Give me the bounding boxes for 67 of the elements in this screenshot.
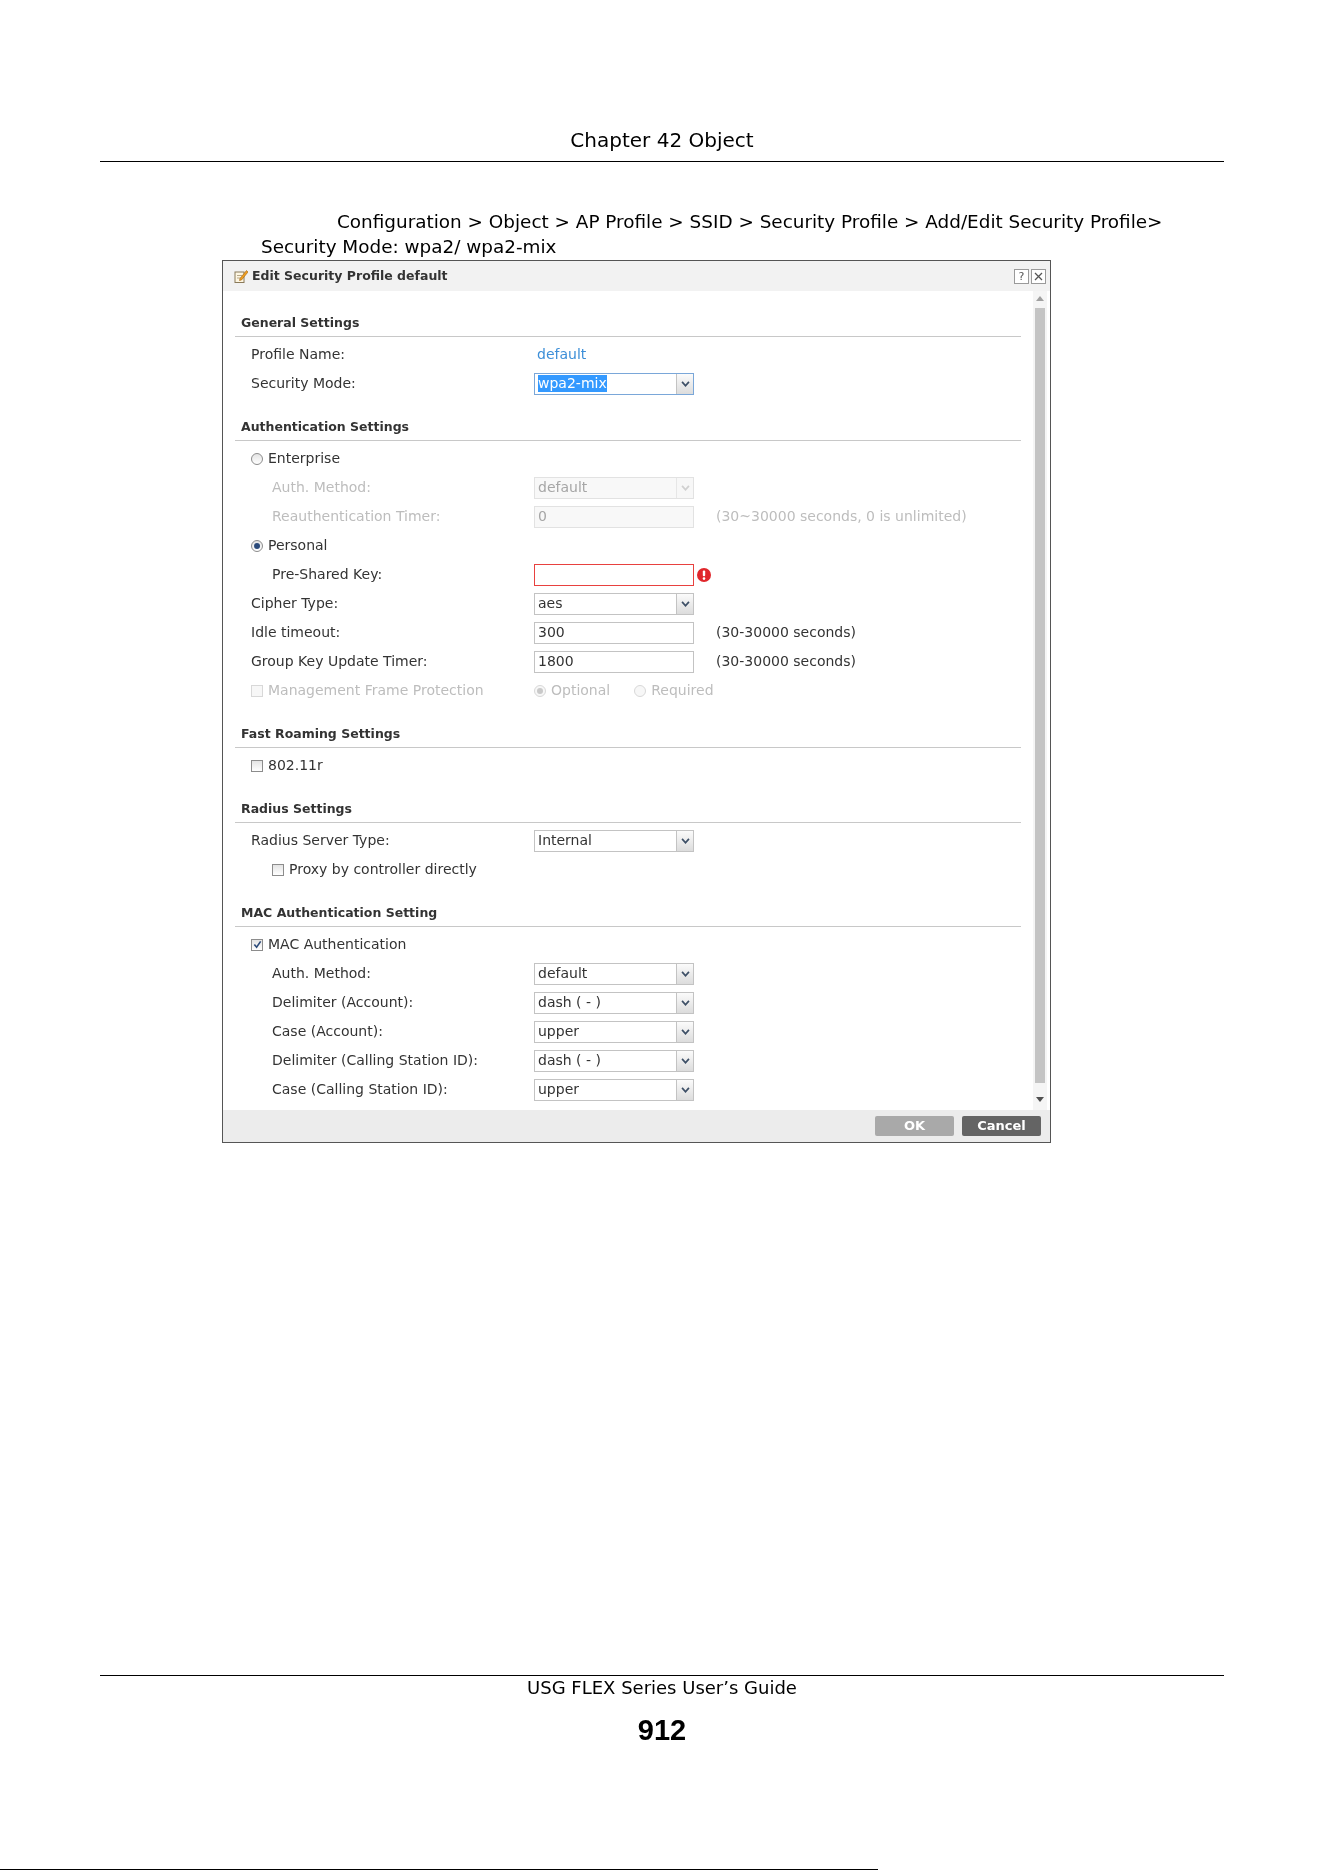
field-label: Pre-Shared Key: <box>272 566 383 582</box>
section-title: MAC Authentication Setting <box>241 904 438 922</box>
radio-label: Required <box>651 681 714 700</box>
text-field[interactable] <box>534 563 694 586</box>
section-title: Radius Settings <box>241 800 352 818</box>
radio-label: Optional <box>551 681 611 700</box>
dialog-title: Edit Security Profile default <box>252 266 448 285</box>
radio-button[interactable] <box>251 452 263 465</box>
checkbox[interactable] <box>251 938 263 951</box>
scroll-down-icon[interactable] <box>1036 1097 1044 1102</box>
caret-icon[interactable] <box>676 593 693 614</box>
caret-icon[interactable] <box>676 1050 693 1071</box>
field-label: Radius Server Type: <box>251 832 390 848</box>
section-title: Authentication Settings <box>241 418 410 436</box>
field-label: Cipher Type: <box>251 595 339 611</box>
radio-label: Personal <box>268 536 328 555</box>
checkbox[interactable] <box>251 759 263 772</box>
scrollbar[interactable] <box>1033 291 1047 1110</box>
field-label: Auth. Method: <box>272 965 371 981</box>
field-label: Idle timeout: <box>251 624 341 640</box>
dropdown[interactable]: Internal <box>534 829 694 852</box>
field-label: Security Mode: <box>251 375 356 391</box>
caret-icon[interactable] <box>676 373 693 394</box>
error-icon <box>697 567 711 582</box>
guide-title: USG FLEX Series User’s Guide <box>527 1676 797 1700</box>
field-label: Reauthentication Timer: <box>272 508 441 524</box>
checkbox-label: MAC Authentication <box>268 935 407 954</box>
field-label: Delimiter (Account): <box>272 994 414 1010</box>
field-label: Case (Calling Station ID): <box>272 1081 448 1097</box>
checkbox-label: 802.11r <box>268 756 323 775</box>
field-label: Auth. Method: <box>272 479 371 495</box>
section-title: General Settings <box>241 314 360 332</box>
hint-text: (30-30000 seconds) <box>716 623 856 642</box>
caret-icon[interactable] <box>676 963 693 984</box>
close-icon[interactable] <box>1031 268 1046 284</box>
field-label: Case (Account): <box>272 1023 383 1039</box>
checkbox-label: Proxy by controller directly <box>289 860 477 879</box>
dropdown[interactable]: default <box>534 962 694 985</box>
field-label: Group Key Update Timer: <box>251 653 428 669</box>
radio-button[interactable] <box>251 539 263 552</box>
hint-text: (30~30000 seconds, 0 is unlimited) <box>716 507 967 526</box>
dropdown[interactable]: upper <box>534 1020 694 1043</box>
dropdown[interactable]: upper <box>534 1078 694 1101</box>
checkbox-label: Management Frame Protection <box>268 681 484 700</box>
text-field[interactable]: 300 <box>534 621 694 644</box>
profile-name-value: default <box>536 345 587 364</box>
radio-label: Enterprise <box>268 449 341 468</box>
caret-icon[interactable] <box>676 830 693 851</box>
section-title: Fast Roaming Settings <box>241 725 401 743</box>
dropdown[interactable]: dash ( - ) <box>534 1049 694 1072</box>
figure-caption: Configuration > Object > AP Profile > SSID > Security Profile > Add/Edit Security Profile> Security Mode: wpa2/ wpa2-mix <box>261 210 1164 259</box>
chapter-title: Chapter 42 Object <box>570 127 754 153</box>
caret-icon[interactable] <box>676 992 693 1013</box>
dropdown[interactable]: aes <box>534 592 694 615</box>
caret-icon[interactable] <box>676 1079 693 1100</box>
field-label: Profile Name: <box>251 346 345 362</box>
hint-text: (30-30000 seconds) <box>716 652 856 671</box>
scrollbar-thumb[interactable] <box>1035 308 1045 1083</box>
cancel-button[interactable]: Cancel <box>962 1116 1041 1136</box>
checkbox[interactable] <box>272 863 284 876</box>
edit-icon <box>234 269 248 283</box>
dropdown[interactable]: dash ( - ) <box>534 991 694 1014</box>
field-label: Delimiter (Calling Station ID): <box>272 1052 478 1068</box>
caret-icon[interactable] <box>676 1021 693 1042</box>
page-number: 912 <box>637 1714 687 1746</box>
text-field[interactable]: 1800 <box>534 650 694 673</box>
help-button[interactable]: ? <box>1014 268 1029 284</box>
